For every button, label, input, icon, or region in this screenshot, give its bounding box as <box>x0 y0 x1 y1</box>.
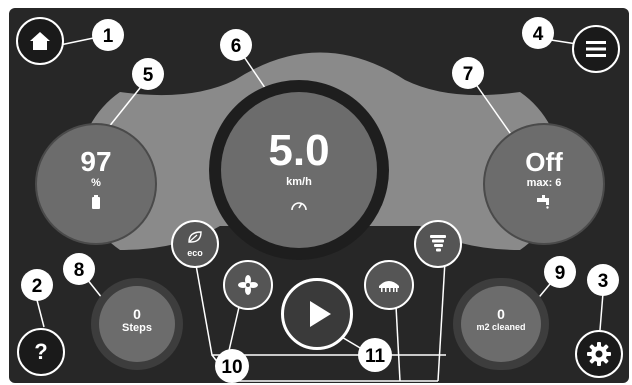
menu-icon <box>586 41 606 57</box>
water-gauge: Off max: 6 <box>483 123 605 245</box>
battery-gauge: 97 % <box>35 123 157 245</box>
battery-icon <box>37 195 155 214</box>
battery-unit: % <box>91 177 101 189</box>
speed-gauge: 5.0 km/h <box>209 80 389 260</box>
app-screen: 97 % 5.0 km/h Off max: 6 0 Steps 0 m2 cl… <box>9 8 629 383</box>
area-value: 0 <box>497 306 505 322</box>
area-label: m2 cleaned <box>476 322 526 332</box>
menu-button[interactable] <box>572 25 620 73</box>
fan-button[interactable] <box>223 260 273 310</box>
tornado-button[interactable] <box>414 220 462 268</box>
speed-value: 5.0 <box>268 126 330 175</box>
gear-icon <box>587 342 611 366</box>
brush-icon <box>379 281 399 292</box>
battery-value: 97 <box>80 146 112 177</box>
help-label: ? <box>34 339 48 364</box>
home-icon <box>30 32 50 50</box>
eco-button[interactable]: eco <box>171 220 219 268</box>
water-value: Off <box>525 147 563 177</box>
brush-button[interactable] <box>364 260 414 310</box>
speedometer-icon <box>221 198 377 217</box>
tornado-icon <box>430 235 446 252</box>
area-counter: 0 m2 cleaned <box>453 278 549 370</box>
leaf-icon <box>188 231 202 243</box>
help-button[interactable]: ? <box>17 328 65 376</box>
speed-unit: km/h <box>286 176 312 188</box>
faucet-icon <box>485 195 603 214</box>
steps-counter: 0 Steps <box>91 278 183 370</box>
steps-label: Steps <box>122 322 152 334</box>
settings-button[interactable] <box>575 330 623 378</box>
play-button[interactable] <box>281 278 353 350</box>
play-icon <box>310 301 331 327</box>
steps-value: 0 <box>133 306 141 322</box>
water-max: max: 6 <box>526 177 562 189</box>
fan-icon <box>238 275 258 295</box>
eco-label: eco <box>187 248 203 258</box>
home-button[interactable] <box>16 17 64 65</box>
